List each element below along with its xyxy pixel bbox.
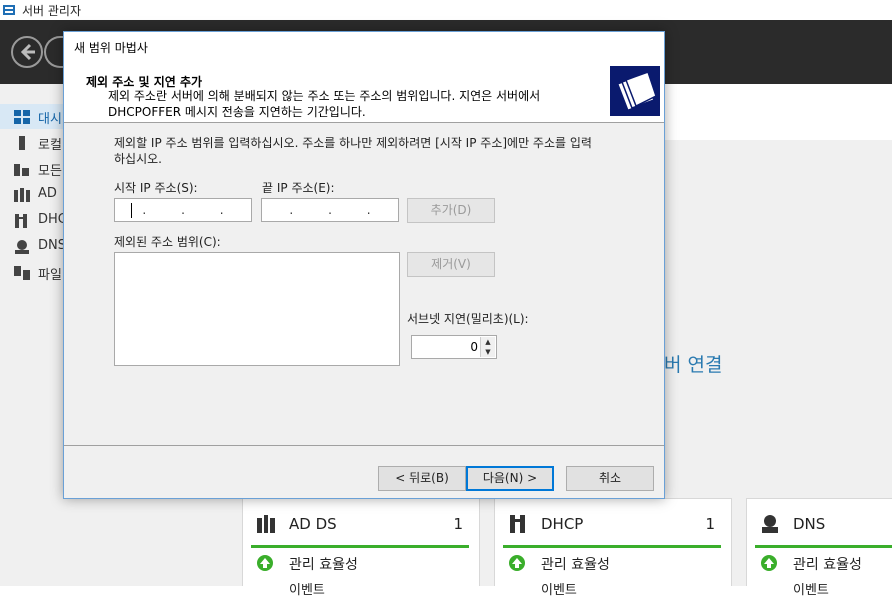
events-link[interactable]: 이벤트 (541, 579, 577, 598)
arrow-up-ok-icon (509, 555, 525, 571)
sidebar-item-label: 로컬 (38, 138, 62, 153)
arrow-up-ok-icon (257, 555, 273, 571)
arrow-up-ok-icon (761, 555, 777, 571)
sidebar-item-label: 파일 (38, 268, 62, 283)
dns-icon (762, 515, 778, 533)
next-button[interactable]: 다음(N) > (466, 466, 554, 491)
wizard-folders-icon (610, 66, 660, 116)
forward-nav-button[interactable] (44, 36, 64, 68)
dashboard-icon (14, 110, 30, 124)
spin-down-icon[interactable]: ▼ (480, 347, 495, 357)
sidebar-item-label: 대시 (38, 112, 62, 127)
arrow-left-icon (20, 43, 35, 61)
dhcp-icon (15, 214, 27, 228)
back-nav-button[interactable] (11, 36, 43, 68)
wizard-page-description: 제외 주소란 서버에 의해 분배되지 않는 주소 또는 주소의 범위입니다. 지… (108, 89, 541, 119)
subnet-delay-spinner[interactable]: 0 ▲ ▼ (411, 335, 497, 359)
local-server-icon (19, 136, 25, 150)
sidebar-item-label: 모든 (38, 164, 62, 179)
new-scope-wizard-dialog: 새 범위 마법사 제외 주소 및 지연 추가 제외 주소란 서버에 의해 분배되… (63, 31, 665, 499)
server-manager-icon (3, 5, 15, 15)
tile-count: 1 (705, 515, 715, 533)
file-services-icon (14, 266, 30, 280)
manageability-status[interactable]: 관리 효율성 (289, 554, 358, 574)
ad-icon (14, 188, 30, 202)
start-ip-input[interactable]: ... (114, 198, 252, 222)
dialog-title: 새 범위 마법사 (74, 41, 148, 55)
sidebar-item-label: DNS (38, 238, 66, 253)
cancel-button[interactable]: 취소 (566, 466, 654, 491)
tile-name: DHCP (541, 515, 584, 533)
manageability-status[interactable]: 관리 효율성 (541, 554, 610, 574)
tile-count: 1 (453, 515, 463, 533)
status-bar (251, 545, 469, 548)
add-button[interactable]: 추가(D) (407, 198, 495, 223)
excluded-ranges-list[interactable] (114, 252, 400, 366)
excluded-ranges-label: 제외된 주소 범위(C): (114, 235, 221, 249)
footer-divider (64, 445, 664, 446)
instructions-text: 제외할 IP 주소 범위를 입력하십시오. 주소를 하나만 제외하려면 [시작 … (114, 136, 592, 166)
role-tile-dhcp[interactable]: DHCP 1 관리 효율성 이벤트 (494, 498, 732, 598)
manageability-status[interactable]: 관리 효율성 (793, 554, 862, 574)
app-title-bar: 서버 관리자 (0, 0, 892, 20)
role-tile-ad-ds[interactable]: AD DS 1 관리 효율성 이벤트 (242, 498, 480, 598)
events-link[interactable]: 이벤트 (289, 579, 325, 598)
dhcp-icon (510, 515, 525, 533)
subnet-delay-label: 서브넷 지연(밀리초)(L): (407, 312, 529, 326)
spin-up-icon[interactable]: ▲ (480, 337, 495, 347)
status-bar (503, 545, 721, 548)
events-link[interactable]: 이벤트 (793, 579, 829, 598)
sidebar-item-label: AD (38, 186, 57, 201)
back-button[interactable]: < 뒤로(B) (378, 466, 466, 491)
connect-servers-link[interactable]: 버 연결 (664, 350, 722, 377)
tile-name: DNS (793, 515, 826, 533)
end-ip-input[interactable]: ... (261, 198, 399, 222)
dns-icon (15, 240, 29, 254)
status-bar (755, 545, 892, 548)
dialog-title-bar[interactable]: 새 범위 마법사 (64, 32, 664, 60)
start-ip-label: 시작 IP 주소(S): (114, 181, 198, 195)
remove-button[interactable]: 제거(V) (407, 252, 495, 277)
ad-icon (257, 515, 275, 533)
wizard-header: 제외 주소 및 지연 추가 제외 주소란 서버에 의해 분배되지 않는 주소 또… (64, 60, 664, 123)
end-ip-label: 끝 IP 주소(E): (262, 181, 335, 195)
app-title: 서버 관리자 (22, 4, 82, 18)
all-servers-icon (14, 164, 29, 176)
subnet-delay-value: 0 (470, 340, 478, 354)
role-tile-dns[interactable]: DNS 관리 효율성 이벤트 (746, 498, 892, 598)
tile-name: AD DS (289, 515, 337, 533)
